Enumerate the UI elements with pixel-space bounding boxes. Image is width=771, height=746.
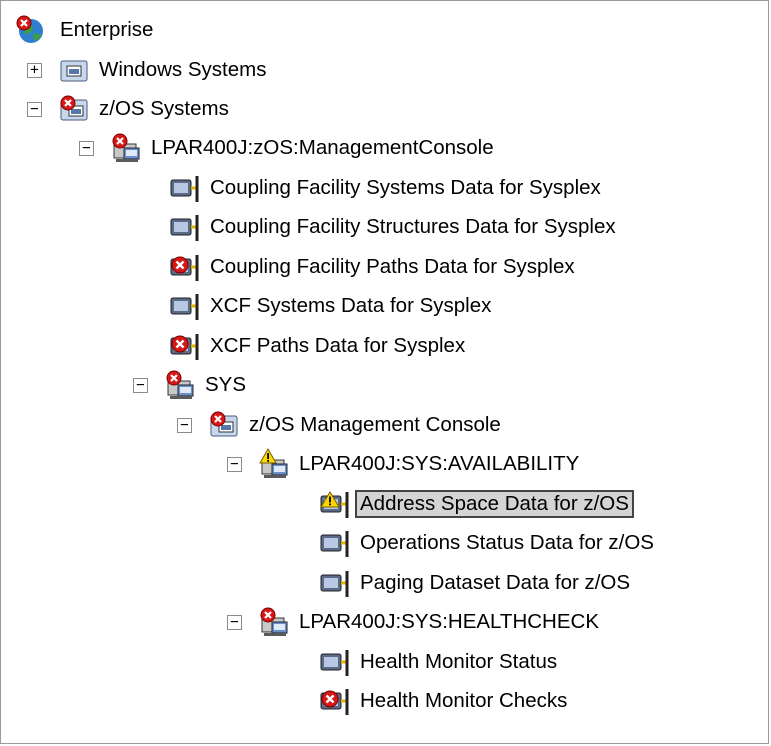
tree-node-cf-systems[interactable]: Coupling Facility Systems Data for Syspl… [169, 171, 604, 205]
tree-node-label: Paging Dataset Data for z/OS [360, 571, 631, 594]
tree-node-cf-paths[interactable]: Coupling Facility Paths Data for Sysplex [169, 250, 578, 284]
tree-node-paging-dataset[interactable]: Paging Dataset Data for z/OS [319, 566, 633, 600]
workspace-warning-icon [320, 491, 349, 518]
workspace-critical-icon [170, 334, 199, 360]
tree-node-label: XCF Paths Data for Sysplex [210, 334, 466, 357]
collapse-toggle[interactable]: − [79, 140, 94, 156]
tree-node-lpar-management-console[interactable]: − LPAR400J:zOS:ManagementConsole [79, 131, 497, 165]
tree-node-label: LPAR400J:SYS:HEALTHCHECK [299, 610, 600, 633]
tree-node-label: Coupling Facility Systems Data for Syspl… [210, 176, 601, 199]
tree-node-label: LPAR400J:SYS:AVAILABILITY [299, 452, 580, 475]
tree-node-label: Health Monitor Checks [360, 689, 568, 712]
collapse-toggle[interactable]: − [227, 456, 242, 472]
tree-node-zos-systems[interactable]: − z/OS Systems [27, 92, 232, 126]
collapse-toggle[interactable]: − [227, 614, 242, 630]
tree-node-label: SYS [205, 373, 247, 396]
tree-node-xcf-paths[interactable]: XCF Paths Data for Sysplex [169, 329, 468, 363]
tree-node-xcf-systems[interactable]: XCF Systems Data for Sysplex [169, 289, 494, 323]
managed-system-critical-icon [166, 370, 194, 399]
tree-node-label: Operations Status Data for z/OS [360, 531, 654, 554]
globe-critical-icon [16, 15, 43, 43]
tree-node-label: Windows Systems [99, 58, 267, 81]
tree-node-label: LPAR400J:zOS:ManagementConsole [151, 136, 494, 159]
folder-critical-icon [210, 411, 238, 437]
tree-node-windows-systems[interactable]: + Windows Systems [27, 53, 269, 87]
workspace-icon [320, 571, 349, 597]
tree-node-enterprise[interactable]: Enterprise [15, 13, 156, 47]
tree-node-label: z/OS Management Console [249, 413, 501, 436]
tree-node-sys[interactable]: − SYS [133, 368, 249, 402]
workspace-critical-icon [320, 689, 349, 715]
expand-toggle[interactable]: + [27, 62, 42, 78]
collapse-toggle[interactable]: − [27, 101, 42, 117]
tree-node-cf-structures[interactable]: Coupling Facility Structures Data for Sy… [169, 210, 619, 244]
managed-system-critical-icon [260, 607, 288, 636]
workspace-icon [320, 650, 349, 676]
tree-node-zos-management-console[interactable]: − z/OS Management Console [177, 408, 504, 442]
workspace-icon [320, 531, 349, 557]
tree-node-label-selected: Address Space Data for z/OS [355, 490, 634, 518]
tree-node-label: Coupling Facility Paths Data for Sysplex [210, 255, 575, 278]
tree-node-health-monitor-status[interactable]: Health Monitor Status [319, 645, 560, 679]
tree-node-operations-status[interactable]: Operations Status Data for z/OS [319, 526, 657, 560]
collapse-toggle[interactable]: − [177, 417, 192, 433]
navigator-tree: Enterprise + Windows Systems − z/OS Syst… [0, 0, 769, 744]
folder-icon [60, 60, 88, 82]
tree-node-label: z/OS Systems [99, 97, 229, 120]
tree-node-label: XCF Systems Data for Sysplex [210, 294, 492, 317]
workspace-critical-icon [170, 255, 199, 281]
tree-node-lpar-healthcheck[interactable]: − LPAR400J:SYS:HEALTHCHECK [227, 605, 602, 639]
folder-critical-icon [60, 95, 88, 121]
workspace-icon [170, 294, 199, 320]
tree-node-address-space-data[interactable]: Address Space Data for z/OS [319, 487, 634, 521]
collapse-toggle[interactable]: − [133, 377, 148, 393]
tree-node-label: Coupling Facility Structures Data for Sy… [210, 215, 616, 238]
workspace-icon [170, 176, 199, 202]
managed-system-critical-icon [112, 133, 140, 162]
tree-node-health-monitor-checks[interactable]: Health Monitor Checks [319, 684, 570, 718]
managed-system-warning-icon [259, 448, 288, 478]
workspace-icon [170, 215, 199, 241]
tree-node-lpar-availability[interactable]: − LPAR400J:SYS:AVAILABILITY [227, 447, 582, 481]
tree-node-label: Enterprise [60, 18, 154, 41]
tree-node-label: Health Monitor Status [360, 650, 558, 673]
